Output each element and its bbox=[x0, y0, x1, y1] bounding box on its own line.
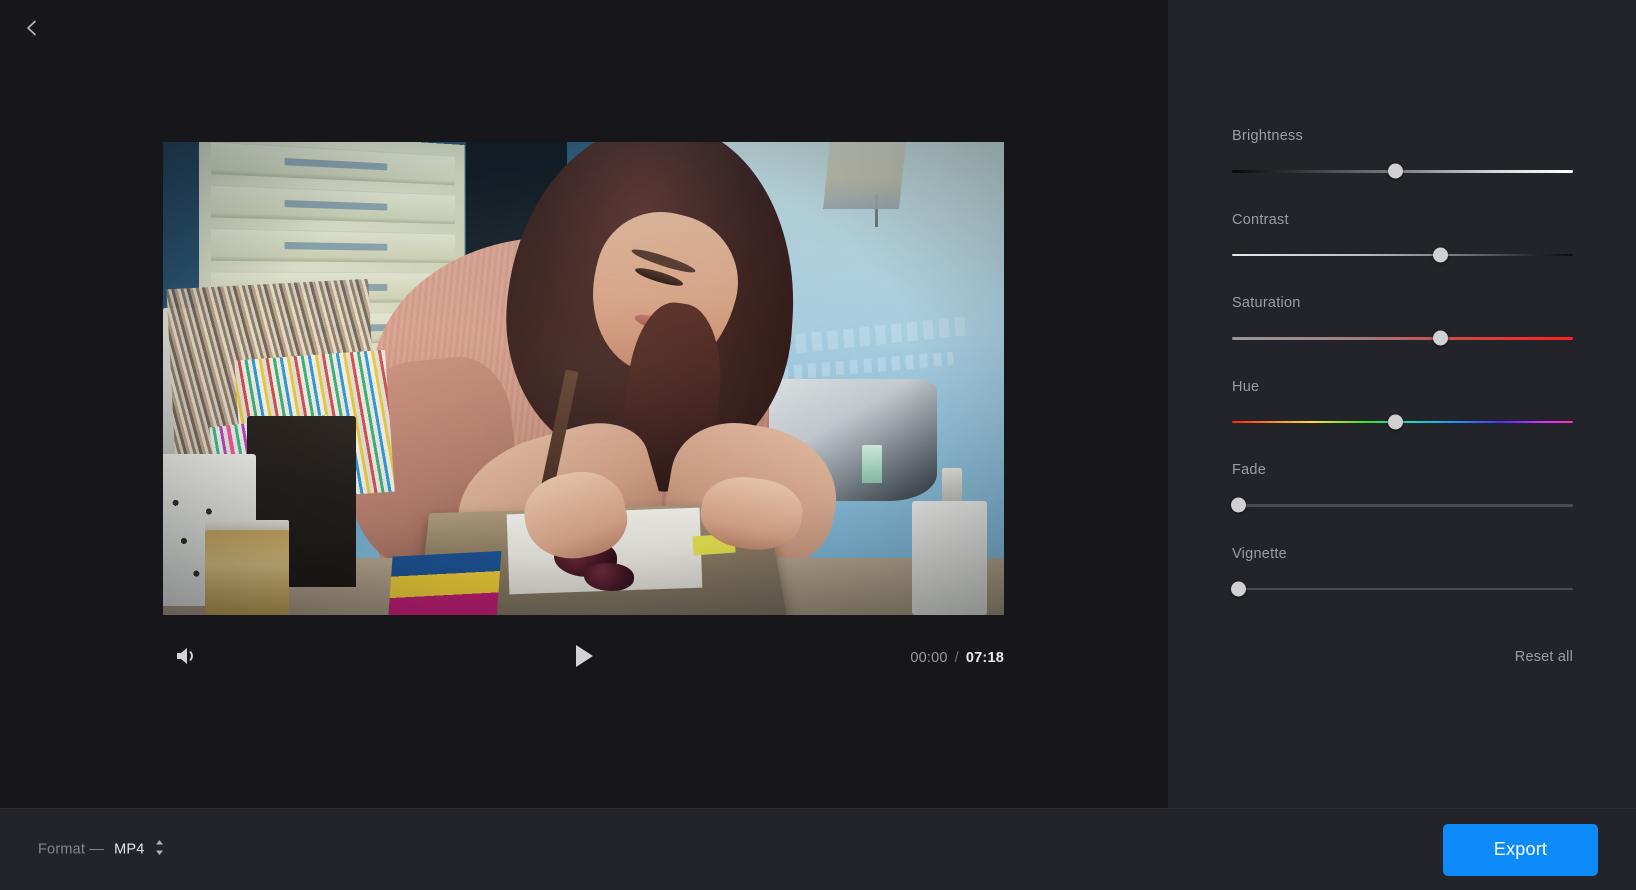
total-time: 07:18 bbox=[966, 650, 1004, 666]
adjustment-label: Saturation bbox=[1232, 295, 1573, 311]
slider-thumb[interactable] bbox=[1231, 498, 1246, 513]
video-preview[interactable] bbox=[163, 142, 1004, 615]
reset-all-button[interactable]: Reset all bbox=[1515, 649, 1573, 665]
adjustment-contrast: Contrast bbox=[1232, 212, 1573, 262]
adjustments-sidebar: Brightness Contrast Saturation bbox=[1168, 0, 1636, 808]
slider-track bbox=[1232, 504, 1573, 507]
slider-thumb[interactable] bbox=[1231, 581, 1246, 596]
volume-button[interactable] bbox=[167, 638, 207, 678]
chevron-up-down-icon[interactable] bbox=[154, 838, 165, 861]
saturation-slider[interactable] bbox=[1232, 331, 1573, 345]
contrast-slider[interactable] bbox=[1232, 248, 1573, 262]
top-region: 00:00 / 07:18 Brightness Contrast bbox=[0, 0, 1636, 808]
back-button[interactable] bbox=[10, 6, 54, 50]
adjustment-label: Vignette bbox=[1232, 546, 1573, 562]
scene-white-bottle bbox=[912, 501, 988, 615]
fade-slider[interactable] bbox=[1232, 498, 1573, 512]
format-selector[interactable]: Format — MP4 bbox=[38, 838, 165, 861]
video-stage: 00:00 / 07:18 bbox=[0, 0, 1168, 808]
adjustment-label: Brightness bbox=[1232, 128, 1573, 144]
scene-green-bottle bbox=[836, 473, 903, 596]
scene-hanging-object bbox=[823, 142, 907, 208]
reset-row: Reset all bbox=[1232, 648, 1573, 666]
scene-gold-jar bbox=[205, 530, 289, 615]
adjustment-vignette: Vignette bbox=[1232, 546, 1573, 596]
slider-thumb[interactable] bbox=[1433, 331, 1448, 346]
play-icon bbox=[572, 643, 596, 674]
slider-thumb[interactable] bbox=[1433, 247, 1448, 262]
format-value: MP4 bbox=[114, 842, 144, 858]
time-separator: / bbox=[955, 650, 959, 666]
current-time: 00:00 bbox=[910, 650, 947, 666]
slider-thumb[interactable] bbox=[1388, 414, 1403, 429]
slider-track bbox=[1232, 588, 1573, 591]
adjustment-label: Hue bbox=[1232, 379, 1573, 395]
adjustment-hue: Hue bbox=[1232, 379, 1573, 429]
slider-track bbox=[1232, 254, 1573, 257]
scene-color-swatch-card bbox=[388, 550, 502, 615]
hue-slider[interactable] bbox=[1232, 415, 1573, 429]
video-frame bbox=[163, 142, 1004, 615]
chevron-left-icon bbox=[22, 18, 42, 38]
format-label: Format — bbox=[38, 842, 104, 858]
volume-on-icon bbox=[174, 645, 200, 672]
brightness-slider[interactable] bbox=[1232, 164, 1573, 178]
vignette-slider[interactable] bbox=[1232, 582, 1573, 596]
play-button[interactable] bbox=[564, 638, 604, 678]
adjustment-brightness: Brightness bbox=[1232, 128, 1573, 178]
export-button[interactable]: Export bbox=[1443, 824, 1598, 876]
player-controls: 00:00 / 07:18 bbox=[163, 638, 1004, 680]
adjustments-list: Brightness Contrast Saturation bbox=[1232, 128, 1573, 629]
time-display: 00:00 / 07:18 bbox=[910, 638, 1004, 678]
slider-track bbox=[1232, 337, 1573, 340]
adjustment-label: Contrast bbox=[1232, 212, 1573, 228]
footer-bar: Format — MP4 Export bbox=[0, 808, 1636, 890]
adjustment-label: Fade bbox=[1232, 462, 1573, 478]
video-editor-app: 00:00 / 07:18 Brightness Contrast bbox=[0, 0, 1636, 890]
slider-thumb[interactable] bbox=[1388, 164, 1403, 179]
adjustment-fade: Fade bbox=[1232, 462, 1573, 512]
adjustment-saturation: Saturation bbox=[1232, 295, 1573, 345]
